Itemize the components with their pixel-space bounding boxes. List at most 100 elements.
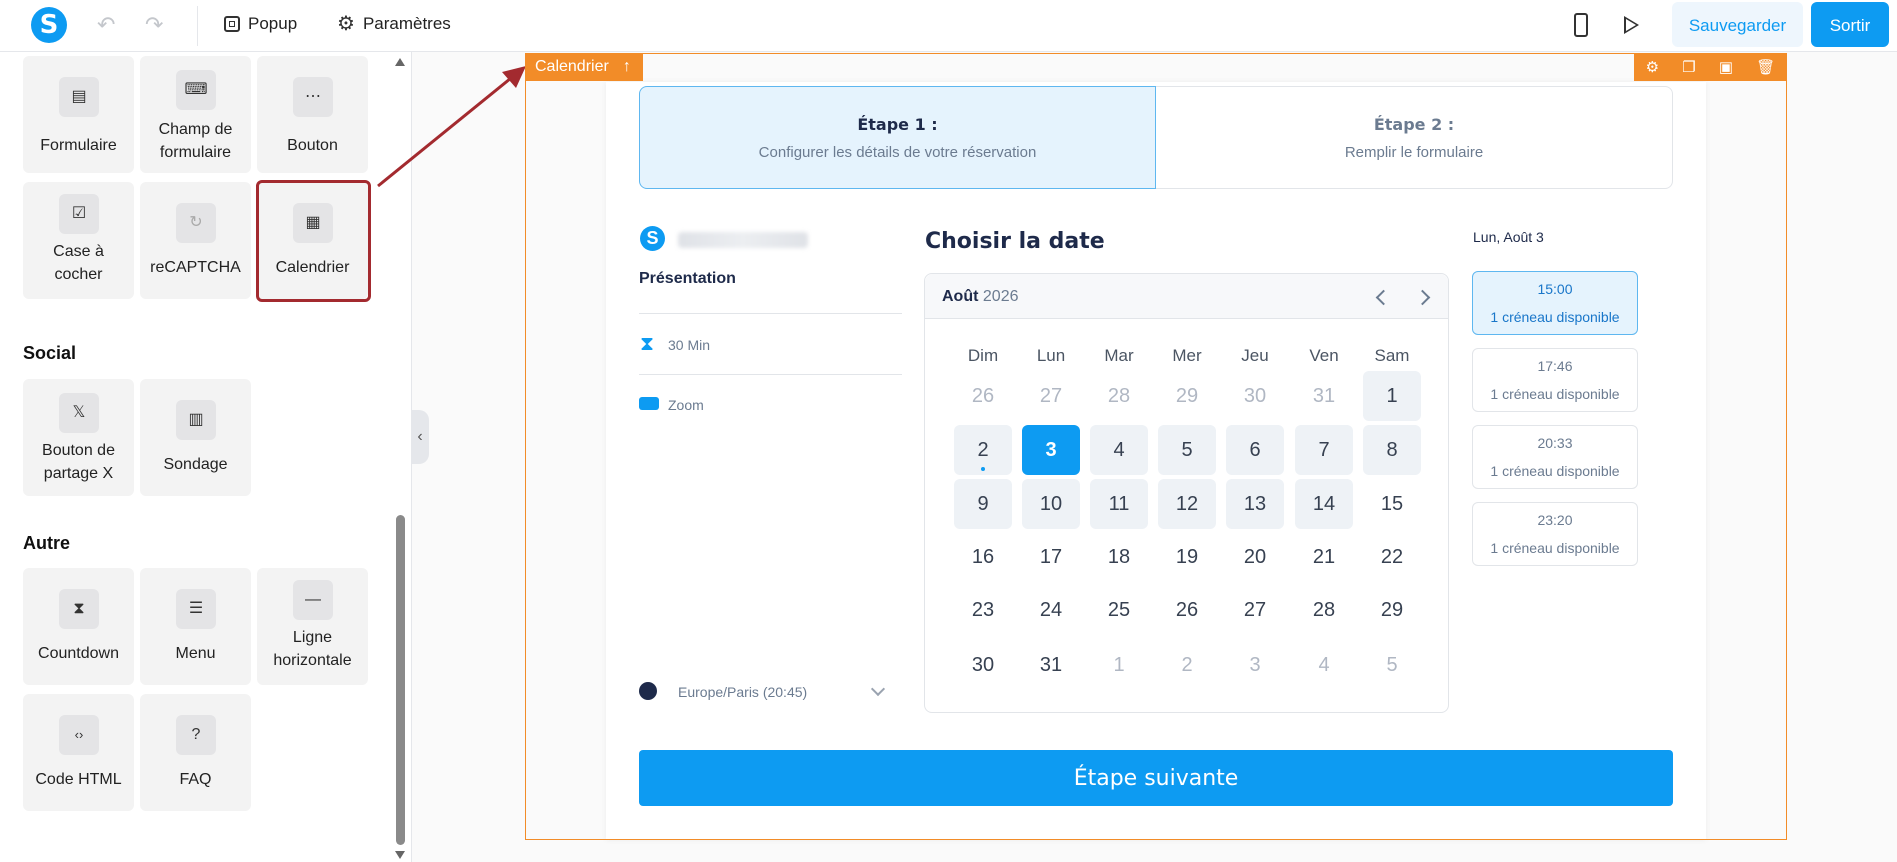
duplicate-icon[interactable]: ❐: [1682, 58, 1695, 76]
tile-horizontal-line[interactable]: — Ligne horizontale: [257, 568, 368, 685]
weekday-header: Ven: [1309, 346, 1339, 365]
tile-label: Menu: [175, 645, 216, 662]
element-tag[interactable]: Calendrier ↑: [525, 53, 643, 81]
calendar-day[interactable]: 2: [954, 425, 1012, 475]
calendar-day[interactable]: 14: [1295, 479, 1353, 529]
weekday-header: Mar: [1104, 346, 1134, 365]
calendar-title: Choisir la date: [925, 229, 1105, 254]
tile-label: Formulaire: [40, 137, 117, 154]
calendar-day: 28: [1090, 371, 1148, 421]
day-number: 18: [1107, 546, 1131, 568]
step-2-tab[interactable]: Étape 2 : Remplir le formulaire: [1156, 86, 1673, 189]
toolbar-divider: [197, 6, 198, 46]
time-slot[interactable]: 17:46 1 créneau disponible: [1472, 348, 1638, 412]
code-icon: ‹›: [59, 715, 99, 755]
tile-x-share[interactable]: 𝕏 Bouton de partage X: [23, 379, 134, 496]
redo-icon[interactable]: ↷: [145, 12, 163, 38]
tile-countdown[interactable]: ⧗ Countdown: [23, 568, 134, 685]
step-subtitle: Configurer les détails de votre réservat…: [758, 144, 1037, 161]
calendar-day[interactable]: 4: [1090, 425, 1148, 475]
day-number: 3: [1249, 654, 1261, 676]
timezone-select[interactable]: Europe/Paris (20:45): [678, 684, 807, 700]
calendar-day[interactable]: 13: [1226, 479, 1284, 529]
tile-poll[interactable]: ▥ Sondage: [140, 379, 251, 496]
tile-form-field[interactable]: ⌨ Champ de formulaire: [140, 56, 251, 173]
calendar-day[interactable]: 1: [1363, 371, 1421, 421]
calendar-day[interactable]: 9: [954, 479, 1012, 529]
slot-time: 23:20: [1537, 512, 1573, 528]
tile-menu[interactable]: ☰ Menu: [140, 568, 251, 685]
slot-availability: 1 créneau disponible: [1490, 540, 1620, 556]
calendar-day[interactable]: 12: [1158, 479, 1216, 529]
collapse-sidebar-icon[interactable]: ‹: [411, 410, 429, 464]
time-slot[interactable]: 23:20 1 créneau disponible: [1472, 502, 1638, 566]
button-icon: ⋯: [293, 77, 333, 117]
undo-icon[interactable]: ↶: [97, 12, 115, 38]
gear-icon[interactable]: ⚙: [1646, 58, 1659, 76]
day-number: 26: [1175, 599, 1199, 621]
calendar-day: 18: [1090, 532, 1148, 582]
save-button[interactable]: Sauvegarder: [1672, 2, 1803, 47]
weekday-header: Mer: [1172, 346, 1202, 365]
calendar-day: 29: [1363, 585, 1421, 635]
popup-button[interactable]: Popup: [224, 14, 297, 34]
tile-button[interactable]: ⋯ Bouton: [257, 56, 368, 173]
year-label: 2026: [982, 288, 1019, 305]
select-parent-arrow-icon[interactable]: ↑: [623, 53, 631, 81]
selected-day[interactable]: 3: [1022, 425, 1080, 475]
mobile-preview-icon[interactable]: [1574, 13, 1588, 37]
form-field-icon: ⌨: [176, 70, 216, 110]
calendar-day[interactable]: 10: [1022, 479, 1080, 529]
time-slot[interactable]: 20:33 1 créneau disponible: [1472, 425, 1638, 489]
exit-button[interactable]: Sortir: [1811, 2, 1889, 47]
tile-form[interactable]: ▤ Formulaire: [23, 56, 134, 173]
weekday-header: Sam: [1374, 346, 1410, 365]
calendar-day: 4: [1295, 640, 1353, 690]
popup-icon: [224, 16, 240, 32]
tile-recaptcha[interactable]: ↻ reCAPTCHA: [140, 182, 251, 299]
calendar-day[interactable]: 7: [1295, 425, 1353, 475]
calendar-day: 30: [1226, 371, 1284, 421]
step-1-tab[interactable]: Étape 1 : Configurer les détails de votr…: [639, 86, 1156, 189]
app-logo[interactable]: S: [31, 7, 67, 43]
calendar-day[interactable]: 11: [1090, 479, 1148, 529]
calendar-day[interactable]: 5: [1158, 425, 1216, 475]
tile-html-code[interactable]: ‹› Code HTML: [23, 694, 134, 811]
trash-icon[interactable]: 🗑: [1756, 58, 1775, 76]
element-tag-label: Calendrier: [535, 58, 609, 75]
next-step-button[interactable]: Étape suivante: [639, 750, 1673, 806]
day-number: 31: [1039, 654, 1063, 676]
day-number: 13: [1243, 493, 1267, 515]
calendar-day: 28: [1295, 585, 1353, 635]
calendar-day: 1: [1090, 640, 1148, 690]
section-title-other: Autre: [23, 533, 71, 553]
day-number: 9: [977, 493, 989, 515]
section-title-social: Social: [23, 343, 77, 363]
day-number: 30: [1243, 385, 1267, 407]
day-number: 15: [1380, 493, 1404, 515]
day-number: 10: [1039, 493, 1063, 515]
tile-faq[interactable]: ? FAQ: [140, 694, 251, 811]
calendar-day[interactable]: 8: [1363, 425, 1421, 475]
globe-icon: [639, 682, 657, 700]
settings-button[interactable]: ⚙ Paramètres: [337, 14, 451, 34]
save-icon[interactable]: ▣: [1719, 58, 1733, 76]
calendar-day[interactable]: 6: [1226, 425, 1284, 475]
time-slot[interactable]: 15:00 1 créneau disponible: [1472, 271, 1638, 335]
calendar-day: 3: [1226, 640, 1284, 690]
day-number: 1: [1113, 654, 1125, 676]
calendar-day: 30: [954, 640, 1012, 690]
calendar-day: 29: [1158, 371, 1216, 421]
day-number: 6: [1249, 439, 1261, 461]
scroll-down-arrow-icon[interactable]: [395, 851, 405, 859]
slot-availability: 1 créneau disponible: [1490, 386, 1620, 402]
day-number: 3: [1045, 439, 1057, 461]
weekday-header: Jeu: [1241, 346, 1269, 365]
sidebar-scrollbar[interactable]: [396, 515, 405, 845]
calendar-day: 16: [954, 532, 1012, 582]
play-preview-icon[interactable]: [1624, 16, 1639, 34]
tile-checkbox[interactable]: ☑ Case à cocher: [23, 182, 134, 299]
month-label: Août: [942, 288, 979, 305]
checkbox-icon: ☑: [59, 194, 99, 234]
slot-time: 20:33: [1537, 435, 1573, 451]
